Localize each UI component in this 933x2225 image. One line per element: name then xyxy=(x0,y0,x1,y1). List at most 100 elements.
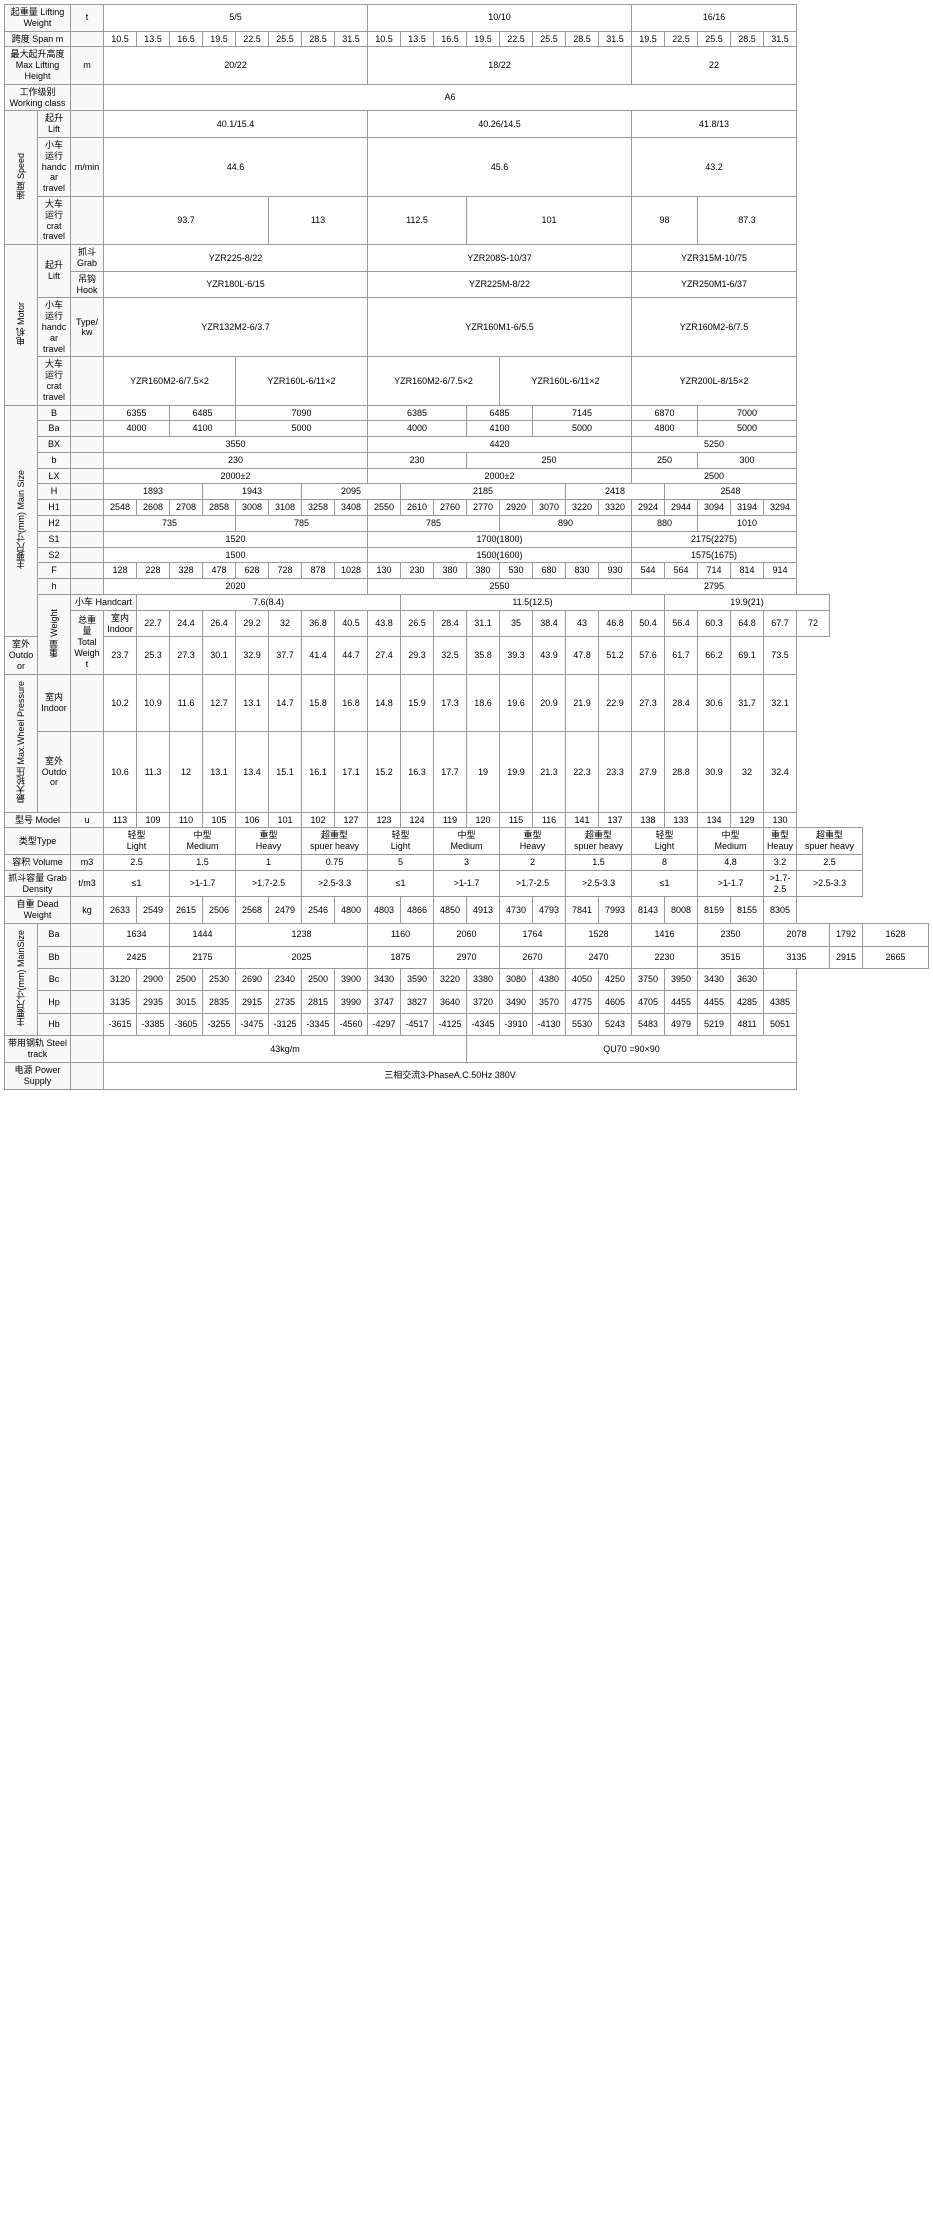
f-21: 914 xyxy=(764,563,797,579)
dim-F-row: F 128 228 328 478 628 728 878 1028 130 2… xyxy=(5,563,929,579)
wpi-3: 11.6 xyxy=(170,674,203,731)
wti-16: 50.4 xyxy=(632,610,665,637)
hb-15: 5530 xyxy=(566,1013,599,1036)
hb-8: -4560 xyxy=(335,1013,368,1036)
volume-unit: m3 xyxy=(71,855,104,871)
hb-11: -4125 xyxy=(434,1013,467,1036)
wpo-2: 11.3 xyxy=(137,732,170,813)
bc-14: 4380 xyxy=(533,968,566,990)
gd-8: >2.5-3.3 xyxy=(566,870,632,897)
hb-2: -3385 xyxy=(137,1013,170,1036)
motor-grab-g3: YZR315M-10/75 xyxy=(632,245,797,272)
gd-3: >1.7-2.5 xyxy=(236,870,302,897)
dim-H-v3: 2095 xyxy=(302,484,401,500)
wpi-2: 10.9 xyxy=(137,674,170,731)
m-10: 124 xyxy=(401,812,434,828)
gd-7: >1.7-2.5 xyxy=(500,870,566,897)
wto-11: 32.5 xyxy=(434,637,467,674)
wti-5: 32 xyxy=(269,610,302,637)
dim-S1-v1: 1520 xyxy=(104,531,368,547)
m-12: 120 xyxy=(467,812,500,828)
dim-H2-v1: 735 xyxy=(104,516,236,532)
hb-9: -4297 xyxy=(368,1013,401,1036)
wheel-press-indoor-row: 最大轮压 Max.Wheel Pressure 室内 Indoor 10.2 1… xyxy=(5,674,929,731)
gd-12: >2.5-3.3 xyxy=(797,870,863,897)
motor-hook-row: 吊钩 Hook YZR180L-6/15 YZR225M-8/22 YZR250… xyxy=(5,271,929,298)
h1-11: 2760 xyxy=(434,500,467,516)
vol-5: 5 xyxy=(368,855,434,871)
wti-4: 29.2 xyxy=(236,610,269,637)
wti-13: 38.4 xyxy=(533,610,566,637)
hp-18: 4455 xyxy=(665,991,698,1013)
max-height-row: 最大起升高度Max Lifting Height m 20/22 18/22 2… xyxy=(5,47,929,84)
span-row: 跨度 Span m 10.5 13.5 16.5 19.5 22.5 25.5 … xyxy=(5,31,929,47)
motor-crat-g1c: YZR160M2-6/7.5×2 xyxy=(368,357,500,405)
wto-4: 30.1 xyxy=(203,637,236,674)
dim-BX-row: BX 3550 4420 5250 xyxy=(5,437,929,453)
wto-15: 47.8 xyxy=(566,637,599,674)
wpo-4: 13.1 xyxy=(203,732,236,813)
h1-6: 3108 xyxy=(269,500,302,516)
type-row: 类型Type 轻型Light 中型Medium 重型Heavy 超重型spuer… xyxy=(5,828,929,855)
wti-11: 31.1 xyxy=(467,610,500,637)
ms-Bb-12: 2665 xyxy=(863,946,929,968)
type-light3: 轻型Light xyxy=(632,828,698,855)
dim-h-row: h 2020 2550 2795 xyxy=(5,579,929,595)
dim-B-row: 主要尺寸(mm) Main Size B 6355 6485 7090 6385… xyxy=(5,405,929,421)
dim-S1-v3: 2175(2275) xyxy=(632,531,797,547)
wheel-press-indoor-label: 室内 Indoor xyxy=(38,674,71,731)
span-v5: 22.5 xyxy=(236,31,269,47)
speed-crat-v1: 93.7 xyxy=(104,196,269,244)
h1-13: 2920 xyxy=(500,500,533,516)
m-16: 137 xyxy=(599,812,632,828)
ms-Ba-11: 1792 xyxy=(830,924,863,946)
ms-Bb-6: 2670 xyxy=(500,946,566,968)
m-18: 133 xyxy=(665,812,698,828)
motor-crat-label: 大车运行 crat travel xyxy=(38,357,71,405)
dim-H2-v3: 785 xyxy=(368,516,500,532)
span-v15: 28.5 xyxy=(566,31,599,47)
type-heavy1: 重型Heavy xyxy=(236,828,302,855)
dim-Ba-label: Ba xyxy=(38,421,71,437)
wti-2: 24.4 xyxy=(170,610,203,637)
wpi-19: 30.6 xyxy=(698,674,731,731)
hb-16: 5243 xyxy=(599,1013,632,1036)
m-13: 115 xyxy=(500,812,533,828)
dim-F-unit xyxy=(71,563,104,579)
m-21: 130 xyxy=(764,812,797,828)
hb-21: 5051 xyxy=(764,1013,797,1036)
wpo-3: 12 xyxy=(170,732,203,813)
wto-8: 44.7 xyxy=(335,637,368,674)
wpi-11: 17.3 xyxy=(434,674,467,731)
dw-12: 4913 xyxy=(467,897,500,924)
dim-H2-row: H2 735 785 785 890 880 1010 xyxy=(5,516,929,532)
dw-8: 4800 xyxy=(335,897,368,924)
motor-crat-g3: YZR200L-8/15×2 xyxy=(632,357,797,405)
hb-3: -3605 xyxy=(170,1013,203,1036)
f-18: 564 xyxy=(665,563,698,579)
f-13: 530 xyxy=(500,563,533,579)
model-label: 型号 Model xyxy=(5,812,71,828)
h1-19: 3094 xyxy=(698,500,731,516)
dw-5: 2568 xyxy=(236,897,269,924)
dw-6: 2479 xyxy=(269,897,302,924)
span-v6: 25.5 xyxy=(269,31,302,47)
motor-crat-g2a: YZR160L-6/11×2 xyxy=(500,357,632,405)
dim-b-v4: 250 xyxy=(632,452,698,468)
bc-4: 2530 xyxy=(203,968,236,990)
wti-3: 26.4 xyxy=(203,610,236,637)
wpo-15: 22.3 xyxy=(566,732,599,813)
hb-14: -4130 xyxy=(533,1013,566,1036)
f-20: 814 xyxy=(731,563,764,579)
speed-crat-unit xyxy=(71,196,104,244)
ms-Hb-label: Hb xyxy=(38,1013,71,1036)
hp-11: 3640 xyxy=(434,991,467,1013)
bc-20: 3630 xyxy=(731,968,764,990)
gd-6: >1-1.7 xyxy=(434,870,500,897)
h1-5: 3008 xyxy=(236,500,269,516)
wpi-20: 31.7 xyxy=(731,674,764,731)
m-1: 113 xyxy=(104,812,137,828)
hp-17: 4705 xyxy=(632,991,665,1013)
wpo-5: 13.4 xyxy=(236,732,269,813)
type-medium1: 中型Medium xyxy=(170,828,236,855)
